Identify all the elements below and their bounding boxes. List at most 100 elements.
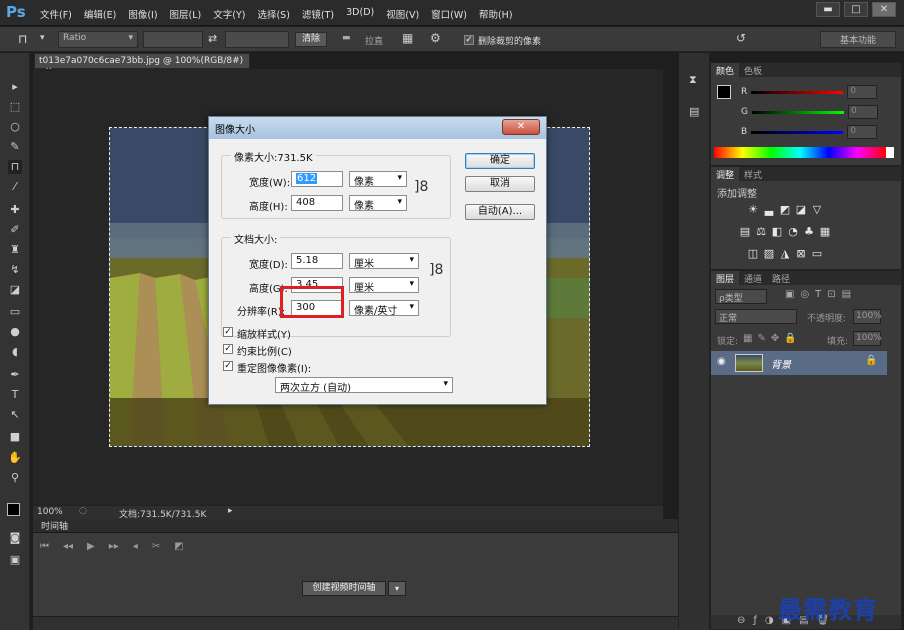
- tab-styles[interactable]: 样式: [739, 167, 767, 181]
- create-video-timeline-button[interactable]: 创建视频时间轴: [302, 581, 386, 596]
- mixer-icon[interactable]: ♣: [801, 225, 817, 238]
- vibrance-icon[interactable]: ▽: [809, 203, 825, 216]
- menu-layer[interactable]: 图层(L): [170, 7, 202, 21]
- blur-tool-icon[interactable]: ●: [8, 325, 22, 339]
- cancel-button[interactable]: 取消: [465, 176, 535, 192]
- height-unit-select[interactable]: 像素: [349, 195, 407, 212]
- curves-icon[interactable]: ◩: [777, 203, 793, 216]
- gradient-map-icon[interactable]: ▭: [809, 247, 825, 260]
- scale-styles-checkbox[interactable]: ✓: [223, 327, 233, 337]
- audio-icon[interactable]: ◂: [133, 541, 138, 552]
- zoom-tool-icon[interactable]: ⚲: [8, 471, 22, 485]
- resample-checkbox[interactable]: ✓: [223, 361, 233, 371]
- constrain-proportions-checkbox[interactable]: ✓: [223, 344, 233, 354]
- gear-icon[interactable]: ⚙: [430, 31, 441, 45]
- chevron-down-icon[interactable]: ▾: [40, 33, 45, 43]
- resample-method-select[interactable]: 两次立方 (自动): [275, 377, 453, 394]
- menu-help[interactable]: 帮助(H): [479, 7, 513, 21]
- stamp-tool-icon[interactable]: ♜: [8, 243, 22, 257]
- healing-brush-icon[interactable]: ✚: [8, 203, 22, 217]
- layer-name[interactable]: 背景: [771, 356, 791, 371]
- blend-mode-select[interactable]: 正常: [715, 309, 797, 324]
- eye-icon[interactable]: ◉: [717, 356, 726, 367]
- quick-select-icon[interactable]: ✎: [8, 140, 22, 154]
- lookup-icon[interactable]: ▦: [817, 225, 833, 238]
- screen-mode-icon[interactable]: ▣: [8, 553, 22, 567]
- menu-edit[interactable]: 编辑(E): [84, 7, 116, 21]
- balance-icon[interactable]: ⚖: [753, 225, 769, 238]
- timeline-title[interactable]: 时间轴: [41, 522, 68, 532]
- brush-tool-icon[interactable]: ✐: [8, 223, 22, 237]
- menu-image[interactable]: 图像(I): [128, 7, 157, 21]
- photo-filter-icon[interactable]: ◔: [785, 225, 801, 238]
- opacity-input[interactable]: 100%: [853, 309, 882, 324]
- history-brush-icon[interactable]: ↯: [8, 263, 22, 277]
- doc-width-unit-select[interactable]: 厘米: [349, 253, 419, 270]
- foreground-color-swatch[interactable]: [7, 503, 20, 516]
- lasso-tool-icon[interactable]: ○: [8, 120, 22, 134]
- green-value[interactable]: 0: [847, 105, 878, 119]
- chevron-down-icon[interactable]: ▾: [388, 581, 406, 596]
- menu-file[interactable]: 文件(F): [40, 7, 72, 21]
- status-menu-arrow-icon[interactable]: ▸: [228, 506, 233, 516]
- ratio-select[interactable]: Ratio ▾: [58, 31, 138, 48]
- menu-filter[interactable]: 滤镜(T): [302, 7, 334, 21]
- tab-paths[interactable]: 路径: [767, 271, 795, 285]
- gradient-tool-icon[interactable]: ▭: [8, 305, 22, 319]
- eyedropper-icon[interactable]: ⁄: [8, 180, 22, 194]
- menu-3d[interactable]: 3D(D): [346, 7, 374, 21]
- crop-tool-icon[interactable]: ⊓: [18, 32, 27, 46]
- hue-icon[interactable]: ▤: [737, 225, 753, 238]
- tab-color[interactable]: 颜色: [711, 63, 740, 77]
- menu-view[interactable]: 视图(V): [386, 7, 419, 21]
- quick-mask-icon[interactable]: ◙: [8, 531, 22, 545]
- foreground-color-swatch[interactable]: [717, 85, 731, 99]
- grid-overlay-icon[interactable]: ▦: [402, 31, 413, 45]
- close-button[interactable]: ✕: [872, 2, 896, 17]
- threshold-icon[interactable]: ◮: [777, 247, 793, 260]
- clear-button[interactable]: 清除: [295, 32, 328, 47]
- layer-row-background[interactable]: ◉ 背景 🔒: [711, 351, 887, 375]
- swap-icon[interactable]: ⇄: [208, 32, 217, 45]
- white-swatch[interactable]: [886, 147, 894, 158]
- properties-panel-icon[interactable]: ▤: [689, 105, 699, 118]
- width-input[interactable]: 612: [291, 171, 343, 187]
- marquee-tool-icon[interactable]: ⬚: [8, 100, 22, 114]
- auto-button[interactable]: 自动(A)...: [465, 204, 535, 220]
- levels-icon[interactable]: ▃: [761, 203, 777, 216]
- doc-height-unit-select[interactable]: 厘米: [349, 277, 419, 294]
- dialog-title-bar[interactable]: 图像大小: [209, 117, 546, 139]
- tab-adjustments[interactable]: 调整: [711, 167, 740, 181]
- color-spectrum[interactable]: [714, 147, 886, 158]
- document-tab[interactable]: t013e7a070c6cae73bb.jpg @ 100%(RGB/8#) ×: [34, 53, 250, 76]
- hand-tool-icon[interactable]: ✋: [8, 451, 22, 465]
- red-slider[interactable]: [751, 90, 844, 94]
- crop-height-input[interactable]: [225, 31, 289, 48]
- first-frame-icon[interactable]: ⏮: [40, 541, 49, 552]
- reset-icon[interactable]: ↺: [736, 31, 746, 45]
- dialog-close-button[interactable]: ✕: [502, 119, 540, 135]
- tab-layers[interactable]: 图层: [711, 271, 740, 285]
- workspace-select[interactable]: 基本功能: [820, 31, 896, 48]
- straighten-icon[interactable]: ▬: [342, 33, 351, 43]
- menu-select[interactable]: 选择(S): [257, 7, 289, 21]
- play-icon[interactable]: ▶: [87, 541, 95, 552]
- layer-filter-select[interactable]: ρ类型: [715, 289, 767, 304]
- crop-width-input[interactable]: [143, 31, 203, 48]
- blue-slider[interactable]: [751, 130, 844, 134]
- move-tool-icon[interactable]: ▸: [8, 80, 22, 94]
- eraser-tool-icon[interactable]: ◪: [8, 283, 22, 297]
- fill-input[interactable]: 100%: [853, 331, 882, 346]
- ok-button[interactable]: 确定: [465, 153, 535, 169]
- height-input[interactable]: 408: [291, 195, 343, 211]
- bw-icon[interactable]: ◧: [769, 225, 785, 238]
- zoom-level[interactable]: 100%: [37, 507, 63, 517]
- tab-channels[interactable]: 通道: [739, 271, 767, 285]
- width-unit-select[interactable]: 像素: [349, 171, 407, 188]
- invert-icon[interactable]: ◫: [745, 247, 761, 260]
- delete-cropped-checkbox[interactable]: ✓: [464, 35, 474, 45]
- menu-type[interactable]: 文字(Y): [213, 7, 245, 21]
- straighten-label[interactable]: 拉直: [365, 34, 383, 47]
- selective-color-icon[interactable]: ⊠: [793, 247, 809, 260]
- scissors-icon[interactable]: ✂: [152, 541, 160, 552]
